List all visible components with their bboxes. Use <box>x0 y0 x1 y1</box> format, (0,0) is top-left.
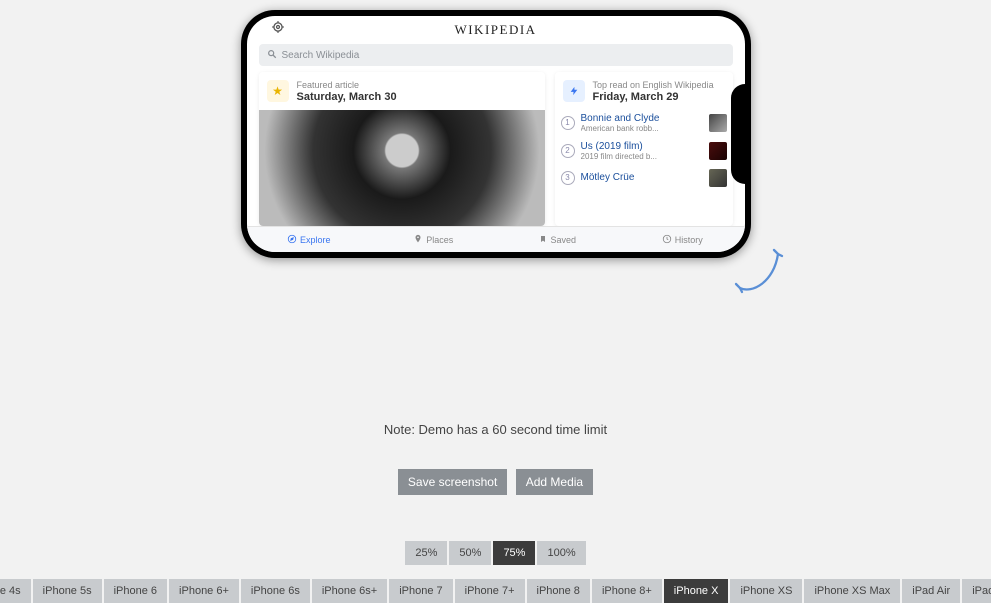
top-read-date: Friday, March 29 <box>593 91 714 104</box>
top-read-label: Top read on English Wikipedia <box>593 80 714 91</box>
tab-places[interactable]: Places <box>371 227 496 252</box>
device-option[interactable]: iPhone 7 <box>389 579 452 603</box>
rank-badge: 2 <box>561 144 575 158</box>
rank-badge: 3 <box>561 171 575 185</box>
device-screen[interactable]: WIKIPEDIA Search Wikipedia ★ Featured ar… <box>247 16 745 252</box>
search-input[interactable]: Search Wikipedia <box>259 44 733 66</box>
device-option[interactable]: iPad Air 2 <box>962 579 991 603</box>
app-header: WIKIPEDIA <box>247 16 745 40</box>
device-option[interactable]: iPhone 6s <box>241 579 310 603</box>
device-option[interactable]: iPhone 6s+ <box>312 579 387 603</box>
device-option[interactable]: iPhone XS <box>730 579 802 603</box>
bookmark-icon <box>539 234 547 246</box>
list-item[interactable]: 1 Bonnie and Clyde American bank robb... <box>561 110 727 136</box>
device-option[interactable]: iPad Air <box>902 579 960 603</box>
list-item[interactable]: 2 Us (2019 film) 2019 film directed b... <box>561 138 727 164</box>
tab-label: Places <box>426 235 453 245</box>
list-item[interactable]: 3 Mötley Crüe <box>561 166 727 190</box>
zoom-option[interactable]: 100% <box>537 541 585 565</box>
save-screenshot-button[interactable]: Save screenshot <box>398 469 507 495</box>
rotate-device-button[interactable] <box>730 244 786 305</box>
zoom-bar: 25%50%75%100% <box>0 541 991 565</box>
tab-label: Saved <box>550 235 576 245</box>
featured-image <box>259 110 545 226</box>
device-bar: iPhone 4siPhone 5siPhone 6iPhone 6+iPhon… <box>0 579 991 603</box>
featured-head: ★ Featured article Saturday, March 30 <box>259 72 545 110</box>
device-option[interactable]: iPhone 6 <box>104 579 167 603</box>
star-icon: ★ <box>267 80 289 102</box>
rank-badge: 1 <box>561 116 575 130</box>
tab-explore[interactable]: Explore <box>247 227 372 252</box>
logo: WIKIPEDIA <box>454 22 536 38</box>
tab-saved[interactable]: Saved <box>496 227 621 252</box>
top-read-head: Top read on English Wikipedia Friday, Ma… <box>555 72 733 110</box>
item-title: Mötley Crüe <box>581 172 703 183</box>
clock-icon <box>662 234 672 246</box>
compass-icon <box>287 234 297 246</box>
top-read-card[interactable]: Top read on English Wikipedia Friday, Ma… <box>555 72 733 226</box>
device-option[interactable]: iPhone 7+ <box>455 579 525 603</box>
device-option[interactable]: iPhone 4s <box>0 579 31 603</box>
tab-label: History <box>675 235 703 245</box>
tab-history[interactable]: History <box>620 227 745 252</box>
item-title: Us (2019 film) <box>581 141 703 152</box>
device-option[interactable]: iPhone 8 <box>527 579 590 603</box>
featured-card[interactable]: ★ Featured article Saturday, March 30 <box>259 72 545 226</box>
action-buttons: Save screenshot Add Media <box>0 469 991 495</box>
top-read-list: 1 Bonnie and Clyde American bank robb...… <box>555 110 733 190</box>
featured-date: Saturday, March 30 <box>297 91 397 104</box>
item-thumb <box>709 142 727 160</box>
search-icon <box>267 49 277 62</box>
device-preview-area: WIKIPEDIA Search Wikipedia ★ Featured ar… <box>0 0 991 258</box>
search-row: Search Wikipedia <box>247 40 745 72</box>
settings-icon[interactable] <box>271 20 285 39</box>
device-option[interactable]: iPhone 6+ <box>169 579 239 603</box>
device-option[interactable]: iPhone X <box>664 579 729 603</box>
item-subtitle: 2019 film directed b... <box>581 152 703 161</box>
content-row: ★ Featured article Saturday, March 30 <box>247 72 745 226</box>
item-thumb <box>709 114 727 132</box>
device-option[interactable]: iPhone 8+ <box>592 579 662 603</box>
device-frame: WIKIPEDIA Search Wikipedia ★ Featured ar… <box>241 10 751 258</box>
zoom-option[interactable]: 75% <box>493 541 535 565</box>
featured-label: Featured article <box>297 80 397 91</box>
pin-icon <box>413 234 423 246</box>
item-subtitle: American bank robb... <box>581 124 703 133</box>
tab-bar: Explore Places Saved <box>247 226 745 252</box>
item-thumb <box>709 169 727 187</box>
demo-note: Note: Demo has a 60 second time limit <box>0 422 991 437</box>
bolt-icon <box>563 80 585 102</box>
zoom-option[interactable]: 50% <box>449 541 491 565</box>
device-option[interactable]: iPhone XS Max <box>804 579 900 603</box>
zoom-option[interactable]: 25% <box>405 541 447 565</box>
item-title: Bonnie and Clyde <box>581 113 703 124</box>
device-option[interactable]: iPhone 5s <box>33 579 102 603</box>
add-media-button[interactable]: Add Media <box>516 469 593 495</box>
tab-label: Explore <box>300 235 331 245</box>
search-placeholder: Search Wikipedia <box>282 50 360 61</box>
